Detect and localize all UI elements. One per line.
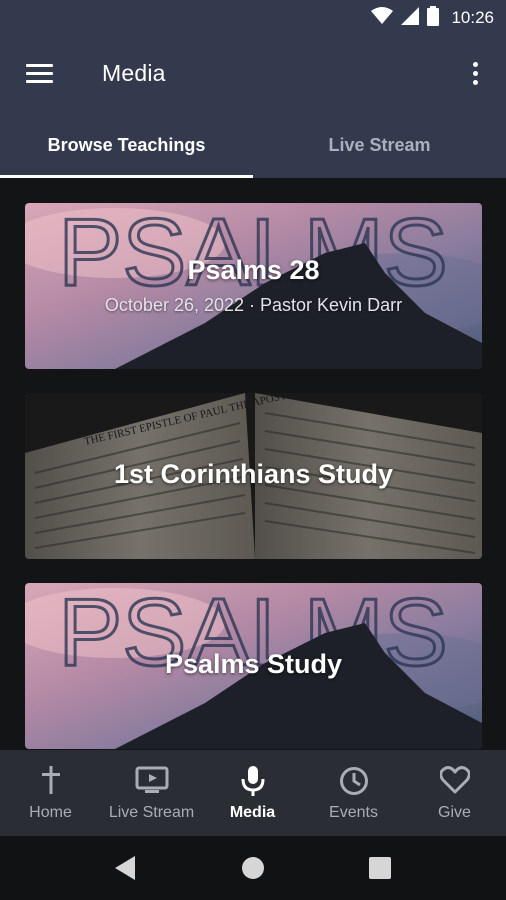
cross-icon bbox=[39, 766, 63, 799]
more-vert-icon[interactable] bbox=[466, 60, 484, 88]
heart-icon bbox=[438, 766, 471, 799]
card-title: Psalms 28 bbox=[187, 255, 320, 285]
teaching-card-psalms-28[interactable]: PSALMS Psalms 28 October 26, 2022 · Past… bbox=[25, 203, 482, 369]
card-subtitle: October 26, 2022 · Pastor Kevin Darr bbox=[104, 295, 403, 315]
back-icon[interactable] bbox=[96, 836, 156, 900]
battery-icon bbox=[427, 5, 440, 31]
home-icon[interactable] bbox=[223, 836, 283, 900]
nav-item-media[interactable]: Media bbox=[202, 750, 303, 836]
nav-label: Home bbox=[29, 804, 72, 821]
clock-icon bbox=[339, 766, 369, 801]
card-title: Psalms Study bbox=[164, 649, 343, 679]
bottom-navigation: Home Live Stream Media Events Give bbox=[0, 750, 506, 836]
teachings-list: PSALMS Psalms 28 October 26, 2022 · Past… bbox=[0, 178, 506, 750]
system-navigation-bar bbox=[0, 836, 506, 900]
app-bar: Media bbox=[0, 36, 506, 112]
page-title: Media bbox=[102, 60, 166, 86]
nav-label: Media bbox=[229, 804, 276, 821]
tab-bar: Browse Teachings Live Stream bbox=[0, 112, 506, 178]
cell-signal-icon bbox=[401, 6, 420, 30]
tab-browse-teachings[interactable]: Browse Teachings bbox=[0, 112, 253, 178]
microphone-icon bbox=[240, 766, 266, 801]
teaching-card-1st-corinthians-study[interactable]: THE FIRST EPISTLE OF PAUL THE APOSTLE 1s… bbox=[25, 393, 482, 559]
nav-item-live-stream[interactable]: Live Stream bbox=[101, 750, 202, 836]
nav-item-give[interactable]: Give bbox=[404, 750, 505, 836]
status-time: 10:26 bbox=[451, 8, 494, 27]
recents-icon[interactable] bbox=[350, 836, 410, 900]
wifi-icon bbox=[371, 6, 394, 30]
card-title: 1st Corinthians Study bbox=[113, 459, 394, 489]
tab-live-stream[interactable]: Live Stream bbox=[253, 112, 506, 178]
nav-item-events[interactable]: Events bbox=[303, 750, 404, 836]
nav-label: Live Stream bbox=[108, 804, 195, 821]
status-bar: 10:26 bbox=[0, 0, 506, 36]
nav-label: Events bbox=[329, 804, 378, 821]
tv-icon bbox=[135, 766, 169, 799]
hamburger-menu-icon[interactable] bbox=[26, 64, 54, 84]
teaching-card-psalms-study[interactable]: PSALMS Psalms Study bbox=[25, 583, 482, 749]
nav-label: Give bbox=[438, 804, 471, 821]
nav-item-home[interactable]: Home bbox=[0, 750, 101, 836]
card-image: PSALMS bbox=[25, 203, 482, 369]
